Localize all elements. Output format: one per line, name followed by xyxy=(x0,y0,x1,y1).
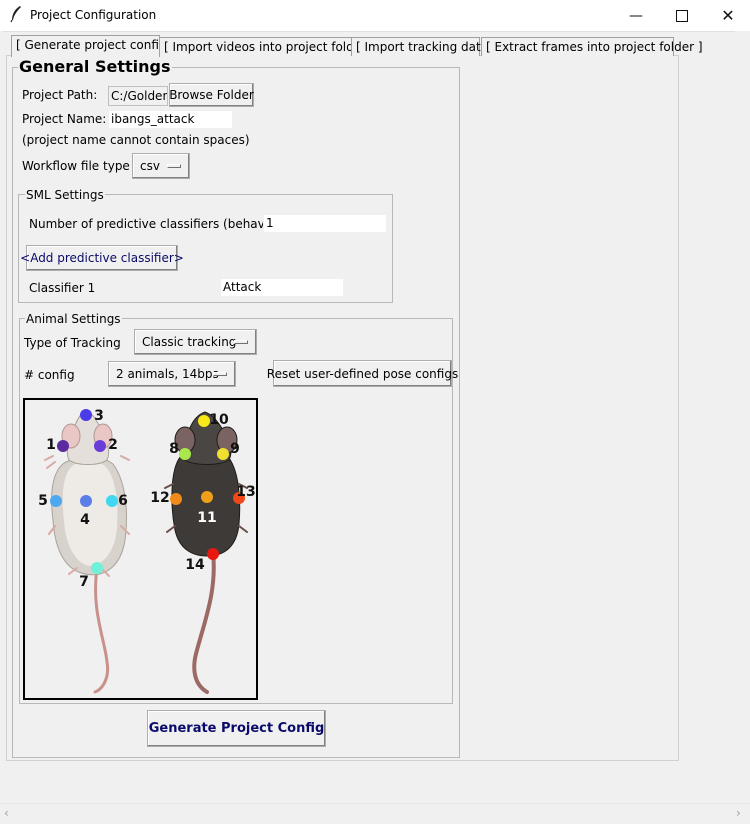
bodypart-7-marker xyxy=(91,562,103,574)
bodypart-9-label: 9 xyxy=(230,441,240,457)
scroll-left-icon[interactable]: ‹ xyxy=(4,806,9,820)
add-predictive-classifier-button[interactable]: <Add predictive classifier> xyxy=(20,245,184,271)
horizontal-scrollbar[interactable]: ‹ › xyxy=(0,803,750,824)
type-of-tracking-label: Type of Tracking xyxy=(24,336,121,350)
pose-config-dropdown[interactable]: 2 animals, 14bps xyxy=(108,361,236,387)
tab-import-tracking-data[interactable]: [ Import tracking data ] xyxy=(351,37,497,56)
close-icon: ✕ xyxy=(721,6,735,25)
dropdown-indicator-icon xyxy=(167,164,181,168)
animal-settings-title: Animal Settings xyxy=(25,312,122,326)
bodypart-9-marker xyxy=(217,448,229,460)
dropdown-indicator-icon xyxy=(234,340,248,344)
pose-config-image: 1 2 3 4 5 6 7 8 9 10 11 12 13 14 xyxy=(23,398,258,700)
bodypart-6-marker xyxy=(106,495,118,507)
config-label: # config xyxy=(24,368,75,382)
vertical-scroll-area xyxy=(735,31,750,803)
bodypart-13-label: 13 xyxy=(236,484,255,500)
bodypart-8-label: 8 xyxy=(169,441,179,457)
tab-import-videos[interactable]: [ Import videos into project folder ] xyxy=(159,37,375,56)
maximize-icon xyxy=(676,9,688,22)
window-edge xyxy=(0,31,3,803)
bodypart-3-label: 3 xyxy=(94,408,104,424)
browse-folder-button[interactable]: Browse Folder xyxy=(169,83,254,107)
bodypart-10-marker xyxy=(198,415,210,427)
bodypart-5-label: 5 xyxy=(38,493,48,509)
workflow-file-type-label: Workflow file type xyxy=(22,159,130,173)
bodypart-4-marker xyxy=(80,495,92,507)
two-mice-illustration: 1 2345 678 9101112 1314 xyxy=(38,408,256,694)
bodypart-14-marker xyxy=(207,548,219,560)
bodypart-7-label: 7 xyxy=(79,574,89,590)
scroll-right-icon[interactable]: › xyxy=(736,806,741,820)
project-name-label: Project Name: xyxy=(22,112,107,126)
title-bar: Project Configuration — ✕ xyxy=(0,0,750,32)
workflow-file-type-value: csv xyxy=(140,159,160,173)
bodypart-11-label: 11 xyxy=(197,510,216,526)
project-path-label: Project Path: xyxy=(22,88,98,102)
workflow-file-type-dropdown[interactable]: csv xyxy=(132,153,190,179)
bodypart-3-marker xyxy=(80,409,92,421)
bodypart-10-label: 10 xyxy=(209,412,229,428)
bodypart-12-label: 12 xyxy=(150,490,169,506)
project-name-note: (project name cannot contain spaces) xyxy=(22,133,250,147)
tab-generate-project-config[interactable]: [ Generate project config ] xyxy=(11,35,175,57)
bodypart-1-label: 1 xyxy=(46,437,56,453)
pose-config-value: 2 animals, 14bps xyxy=(116,367,219,381)
bodypart-5-marker xyxy=(50,495,62,507)
type-of-tracking-dropdown[interactable]: Classic tracking xyxy=(134,329,257,355)
bodypart-12-marker xyxy=(170,493,182,505)
classifier-1-input[interactable]: Attack xyxy=(220,278,344,297)
bodypart-8-marker xyxy=(179,448,191,460)
project-path-value: C:/Golden xyxy=(108,86,168,106)
dropdown-indicator-icon xyxy=(213,372,227,376)
bodypart-11-marker xyxy=(201,491,213,503)
sml-settings-title: SML Settings xyxy=(25,188,105,202)
bodypart-14-label: 14 xyxy=(185,557,205,573)
maximize-button[interactable] xyxy=(659,0,705,31)
classifier-1-label: Classifier 1 xyxy=(29,281,96,295)
bodypart-2-marker xyxy=(94,440,106,452)
project-name-input[interactable]: ibangs_attack xyxy=(108,110,233,129)
bodypart-6-label: 6 xyxy=(118,493,128,509)
minimize-button[interactable]: — xyxy=(613,0,659,31)
window-title: Project Configuration xyxy=(30,8,157,22)
type-of-tracking-value: Classic tracking xyxy=(142,335,237,349)
bodypart-4-label: 4 xyxy=(80,512,90,528)
bodypart-1-marker xyxy=(57,440,69,452)
minimize-icon: — xyxy=(629,7,643,24)
tab-extract-frames[interactable]: [ Extract frames into project folder ] xyxy=(481,37,703,56)
bodypart-2-label: 2 xyxy=(108,437,118,453)
reset-pose-configs-button[interactable]: Reset user-defined pose configs xyxy=(267,360,458,387)
feather-app-icon xyxy=(10,6,21,23)
generate-project-config-button[interactable]: Generate Project Config xyxy=(147,710,326,747)
close-button[interactable]: ✕ xyxy=(705,0,750,31)
general-settings-title: General Settings xyxy=(18,57,172,76)
num-classifiers-label: Number of predictive classifiers (behavi… xyxy=(29,217,296,231)
num-classifiers-input[interactable]: 1 xyxy=(263,214,387,233)
